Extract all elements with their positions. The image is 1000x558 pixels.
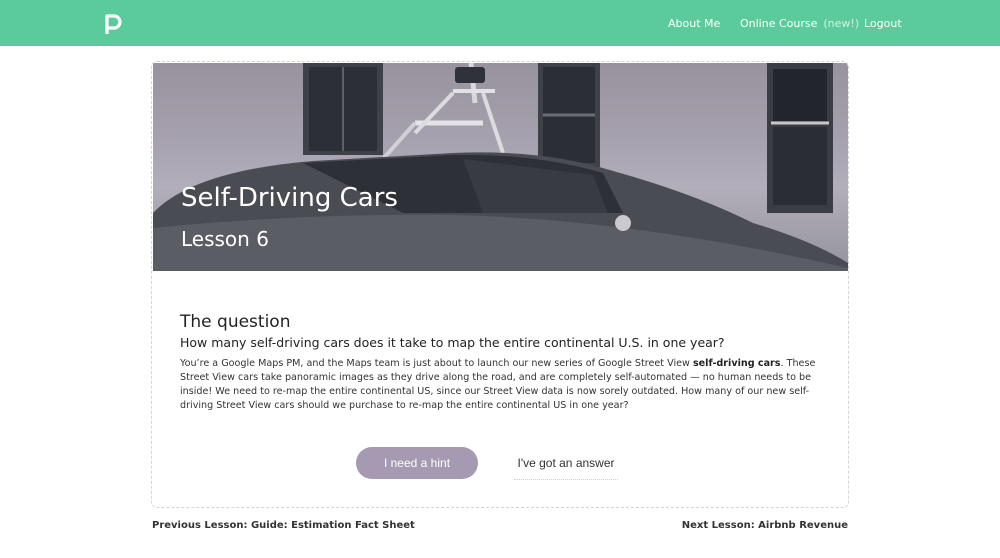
hint-button[interactable]: I need a hint bbox=[356, 447, 478, 479]
question-body-bold: self-driving cars bbox=[692, 358, 781, 369]
top-nav-bar: About Me Online Course (new!) Logout bbox=[0, 0, 1000, 46]
answer-button[interactable]: I've got an answer bbox=[500, 447, 632, 479]
nav-about-me-link[interactable]: About Me bbox=[668, 17, 720, 30]
online-course-label: Online Course bbox=[740, 17, 818, 30]
previous-lesson-link[interactable]: Previous Lesson: Guide: Estimation Fact … bbox=[152, 520, 415, 531]
p-logo-icon[interactable] bbox=[104, 12, 122, 36]
new-badge: (new!) bbox=[823, 17, 860, 30]
question-body-text-1: You’re a Google Maps PM, and the Maps te… bbox=[180, 358, 693, 369]
question-heading: The question bbox=[180, 312, 291, 332]
lesson-title: Self-Driving Cars bbox=[181, 183, 398, 213]
question-body: You’re a Google Maps PM, and the Maps te… bbox=[180, 357, 826, 413]
lesson-card: Self-Driving Cars Lesson 6 The question … bbox=[151, 61, 849, 508]
nav-logout-link[interactable]: Logout bbox=[864, 17, 902, 30]
hero-banner: Self-Driving Cars Lesson 6 bbox=[153, 63, 848, 271]
next-lesson-link[interactable]: Next Lesson: Airbnb Revenue bbox=[682, 520, 848, 531]
lesson-number: Lesson 6 bbox=[181, 227, 269, 251]
answer-underline bbox=[514, 479, 618, 480]
question-prompt: How many self-driving cars does it take … bbox=[180, 335, 725, 350]
nav-online-course-link[interactable]: Online Course (new!) bbox=[740, 17, 859, 30]
